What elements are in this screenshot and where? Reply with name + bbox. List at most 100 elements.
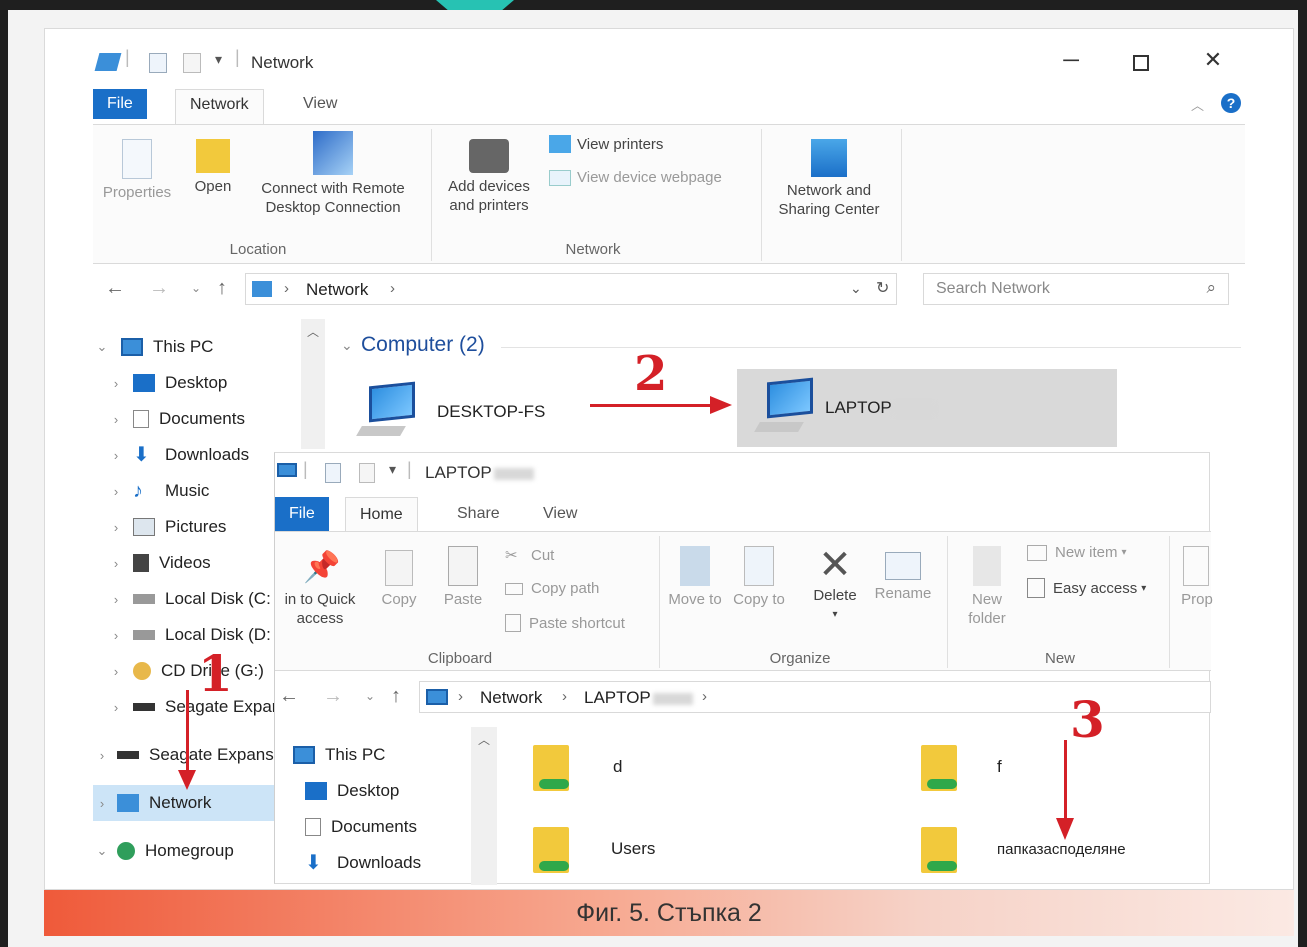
up-arrow-icon[interactable]: ↑ xyxy=(217,277,227,300)
minimize-button[interactable]: ─ xyxy=(1051,47,1091,73)
forward-arrow-icon[interactable]: → xyxy=(323,685,343,708)
move-to-button[interactable]: Move to xyxy=(667,546,723,609)
scroll-up-icon[interactable]: ︿ xyxy=(471,727,497,748)
expanded-chevron-icon[interactable]: ⌄ xyxy=(93,339,111,355)
tab-home[interactable]: Home xyxy=(345,497,418,533)
forward-arrow-icon[interactable]: → xyxy=(149,277,169,300)
nav-item-local-disk-c[interactable]: › Local Disk (C: xyxy=(93,581,303,617)
collapsed-chevron-icon[interactable]: › xyxy=(107,556,125,571)
annotation-number-2: 2 xyxy=(634,346,668,402)
scrollbar[interactable]: ︿ xyxy=(301,319,325,449)
copy-to-button[interactable]: Copy to xyxy=(731,546,787,609)
group-header-computer[interactable]: Computer (2) xyxy=(361,333,485,357)
nav-item-music[interactable]: › ♪ Music xyxy=(93,473,303,509)
collapsed-chevron-icon[interactable]: › xyxy=(107,412,125,427)
nav-item-this-pc[interactable]: This PC xyxy=(293,737,473,773)
breadcrumb-network[interactable]: Network xyxy=(306,280,368,300)
collapsed-chevron-icon[interactable]: › xyxy=(107,592,125,607)
tab-view[interactable]: View xyxy=(289,89,351,119)
collapse-ribbon-icon[interactable]: ︿ xyxy=(1191,95,1204,114)
nav-item-this-pc[interactable]: ⌄ This PC xyxy=(93,329,303,365)
pin-quick-access-button[interactable]: 📌 in to Quick access xyxy=(275,550,365,628)
qat-dropdown-icon[interactable]: ▾ xyxy=(389,461,396,478)
expanded-chevron-icon[interactable]: ⌄ xyxy=(93,843,111,859)
recent-dropdown-icon[interactable]: ⌄ xyxy=(191,281,201,295)
qat-dropdown-icon[interactable]: ▾ xyxy=(215,51,222,68)
collapsed-chevron-icon[interactable]: › xyxy=(107,484,125,499)
breadcrumb-laptop[interactable]: LAPTOP xyxy=(584,688,693,708)
help-icon[interactable]: ? xyxy=(1221,93,1241,113)
properties-qat-icon[interactable] xyxy=(325,463,341,483)
new-folder-button[interactable]: New folder xyxy=(955,546,1019,628)
add-devices-button[interactable]: Add devices and printers xyxy=(437,139,541,215)
folder-item-f[interactable]: f xyxy=(919,741,1002,793)
nav-item-documents[interactable]: Documents xyxy=(293,809,473,845)
folder-item-d[interactable]: d xyxy=(531,741,622,793)
collapsed-chevron-icon[interactable]: › xyxy=(107,376,125,391)
collapsed-chevron-icon[interactable]: › xyxy=(93,796,111,811)
paste-shortcut-button[interactable]: Paste shortcut xyxy=(505,614,625,632)
copy-path-button[interactable]: Copy path xyxy=(505,580,599,597)
tab-network[interactable]: Network xyxy=(175,89,264,125)
paste-button[interactable]: Paste xyxy=(435,546,491,609)
tab-file[interactable]: File xyxy=(275,497,329,531)
back-arrow-icon[interactable]: ← xyxy=(279,685,299,708)
scrollbar[interactable]: ︿ xyxy=(471,727,497,885)
scroll-up-icon[interactable]: ︿ xyxy=(301,319,325,340)
refresh-icon[interactable]: ↻ xyxy=(876,278,889,298)
tab-file[interactable]: File xyxy=(93,89,147,119)
nav-item-homegroup[interactable]: ⌄ Homegroup xyxy=(93,833,303,869)
new-item-button[interactable]: New item ▾ xyxy=(1027,544,1127,561)
maximize-button[interactable] xyxy=(1133,55,1149,71)
address-bar[interactable]: › Network › ⌄ ↻ xyxy=(245,273,897,305)
search-input[interactable]: Search Network ⌕ xyxy=(923,273,1229,305)
collapsed-chevron-icon[interactable]: › xyxy=(107,448,125,463)
nav-item-network[interactable]: › Network xyxy=(93,785,275,821)
nav-item-documents[interactable]: › Documents xyxy=(93,401,303,437)
view-printers-button[interactable]: View printers xyxy=(549,135,663,153)
new-folder-qat-icon[interactable] xyxy=(359,463,375,483)
copy-button[interactable]: Copy xyxy=(371,550,427,609)
cut-button[interactable]: ✂ Cut xyxy=(505,546,554,565)
delete-dropdown-icon[interactable]: ▾ xyxy=(803,605,867,624)
properties-button[interactable]: Prop xyxy=(1177,546,1217,609)
new-folder-qat-icon[interactable] xyxy=(183,53,201,73)
collapsed-chevron-icon[interactable]: › xyxy=(107,664,125,679)
rename-button[interactable]: Rename xyxy=(869,546,937,603)
easy-access-button[interactable]: Easy access ▾ xyxy=(1027,578,1146,598)
nav-item-desktop[interactable]: Desktop xyxy=(293,773,473,809)
network-sharing-center-button[interactable]: Network and Sharing Center xyxy=(767,139,891,219)
properties-qat-icon[interactable] xyxy=(149,53,167,73)
folder-item-users[interactable]: Users xyxy=(531,823,655,875)
back-arrow-icon[interactable]: ← xyxy=(105,277,125,300)
nav-item-downloads[interactable]: ⬇ Downloads xyxy=(293,845,473,881)
nav-item-desktop[interactable]: › Desktop xyxy=(93,365,303,401)
computer-item-laptop[interactable]: LAPTOP xyxy=(737,369,1117,447)
up-arrow-icon[interactable]: ↑ xyxy=(391,685,401,708)
tab-share[interactable]: Share xyxy=(443,497,514,529)
close-button[interactable]: ✕ xyxy=(1193,47,1233,73)
computer-label: DESKTOP-FS xyxy=(437,402,546,421)
connect-remote-button[interactable]: Connect with Remote Desktop Connection xyxy=(245,131,421,217)
properties-button[interactable]: Properties xyxy=(97,139,177,202)
breadcrumb-network[interactable]: Network xyxy=(480,688,542,708)
nav-item-videos[interactable]: › Videos xyxy=(93,545,303,581)
recent-dropdown-icon[interactable]: ⌄ xyxy=(365,689,375,703)
window-title: Network xyxy=(251,53,314,72)
group-collapse-icon[interactable]: ⌄ xyxy=(341,337,353,354)
nav-item-pictures[interactable]: › Pictures xyxy=(93,509,303,545)
view-printers-icon xyxy=(549,135,571,153)
address-dropdown-icon[interactable]: ⌄ xyxy=(850,280,862,297)
tab-view[interactable]: View xyxy=(529,497,591,529)
folder-item-shared[interactable]: папказасподеляне xyxy=(919,823,1126,875)
open-button[interactable]: Open xyxy=(185,139,241,196)
collapsed-chevron-icon[interactable]: › xyxy=(107,628,125,643)
nav-item-downloads[interactable]: › ⬇ Downloads xyxy=(93,437,303,473)
delete-button[interactable]: ✕ Delete ▾ xyxy=(803,545,867,624)
collapsed-chevron-icon[interactable]: › xyxy=(93,748,111,763)
nav-item-seagate-2[interactable]: › Seagate Expans xyxy=(93,737,303,773)
collapsed-chevron-icon[interactable]: › xyxy=(107,520,125,535)
view-device-webpage-button[interactable]: View device webpage xyxy=(549,169,722,186)
computer-item-desktop[interactable]: DESKTOP-FS xyxy=(356,375,569,449)
collapsed-chevron-icon[interactable]: › xyxy=(107,700,125,715)
